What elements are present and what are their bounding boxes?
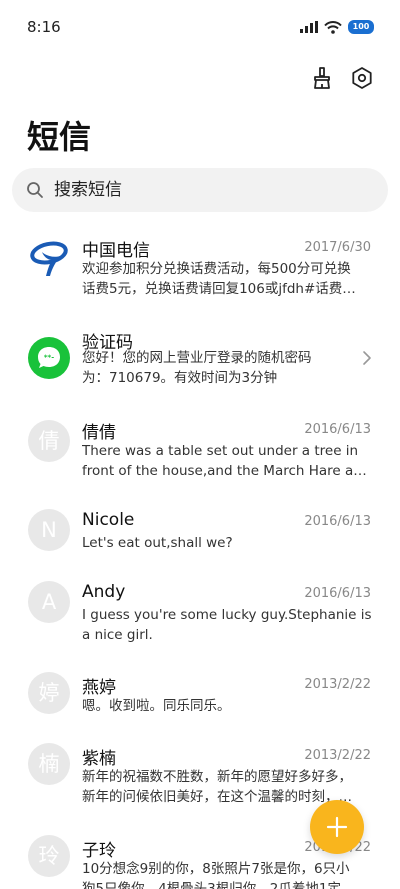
contact-name: 紫楠: [82, 749, 116, 769]
message-date: 2017/6/30: [304, 240, 371, 255]
status-time: 8:16: [27, 18, 61, 36]
avatar: 楠: [28, 743, 70, 785]
avatar: [28, 238, 70, 280]
status-icons: 100: [300, 20, 374, 34]
message-preview: 嗯。收到啦。同乐同乐。: [82, 698, 231, 714]
message-preview: Let's eat out,shall we?: [82, 535, 233, 551]
clean-brush-icon[interactable]: [310, 66, 334, 90]
chevron-right-icon[interactable]: [362, 350, 372, 366]
list-item[interactable]: A Andy 2016/6/13 I guess you're some luc…: [0, 574, 400, 654]
message-preview: 您好！您的网上营业厅登录的随机密码 为：710679。有效时间为3分钟: [82, 350, 312, 386]
avatar: 婷: [28, 672, 70, 714]
list-item[interactable]: N Nicole 2016/6/13 Let's eat out,shall w…: [0, 502, 400, 562]
wifi-icon: [324, 20, 342, 34]
avatar: N: [28, 509, 70, 551]
list-item[interactable]: 中国电信 2017/6/30 欢迎参加积分兑换话费活动，每500分可兑换 话费5…: [0, 228, 400, 314]
top-actions: [310, 66, 374, 90]
contact-name: 倩倩: [82, 423, 116, 443]
message-preview: 欢迎参加积分兑换话费活动，每500分可兑换 话费5元，兑换话费请回复106或jf…: [82, 261, 356, 297]
contact-name: 中国电信: [82, 241, 150, 261]
settings-icon[interactable]: [350, 66, 374, 90]
svg-text:**-: **-: [44, 354, 54, 362]
message-date: 2016/6/13: [304, 422, 371, 437]
message-date: 2016/6/13: [304, 514, 371, 529]
signal-icon: [300, 21, 318, 33]
telecom-logo-icon: [30, 241, 68, 276]
avatar: **-: [28, 337, 70, 379]
list-item[interactable]: 婷 燕婷 2013/2/22 嗯。收到啦。同乐同乐。: [0, 665, 400, 725]
message-date: 2016/6/13: [304, 586, 371, 601]
contact-name: Andy: [82, 582, 126, 602]
avatar: 玲: [28, 835, 70, 877]
new-message-button[interactable]: [310, 800, 364, 854]
contact-name: 子玲: [82, 841, 116, 861]
search-input[interactable]: [54, 180, 354, 200]
message-bubble-icon: **-: [38, 347, 60, 368]
message-preview: There was a table set out under a tree i…: [82, 443, 374, 479]
contact-name: Nicole: [82, 510, 135, 530]
message-date: 2013/2/22: [304, 677, 371, 692]
search-icon: [27, 182, 43, 198]
battery-indicator: 100: [348, 20, 374, 34]
message-date: 2013/2/22: [304, 748, 371, 763]
message-preview: I guess you're some lucky guy.Stephanie …: [82, 607, 372, 643]
contact-name: 燕婷: [82, 678, 116, 698]
list-item[interactable]: 倩 倩倩 2016/6/13 There was a table set out…: [0, 410, 400, 490]
search-bar[interactable]: [12, 168, 388, 212]
list-item[interactable]: **- 验证码 您好！您的网上营业厅登录的随机密码 为：710679。有效时间为…: [0, 320, 400, 400]
message-preview: 10分想念9别的你，8张照片7张是你，6只小 狗5只像你，4根骨头3根归你，2爪…: [82, 861, 350, 889]
status-bar: 8:16 100: [0, 0, 400, 56]
page-title: 短信: [27, 118, 92, 156]
plus-icon: [326, 816, 348, 838]
avatar: 倩: [28, 420, 70, 462]
avatar: A: [28, 581, 70, 623]
